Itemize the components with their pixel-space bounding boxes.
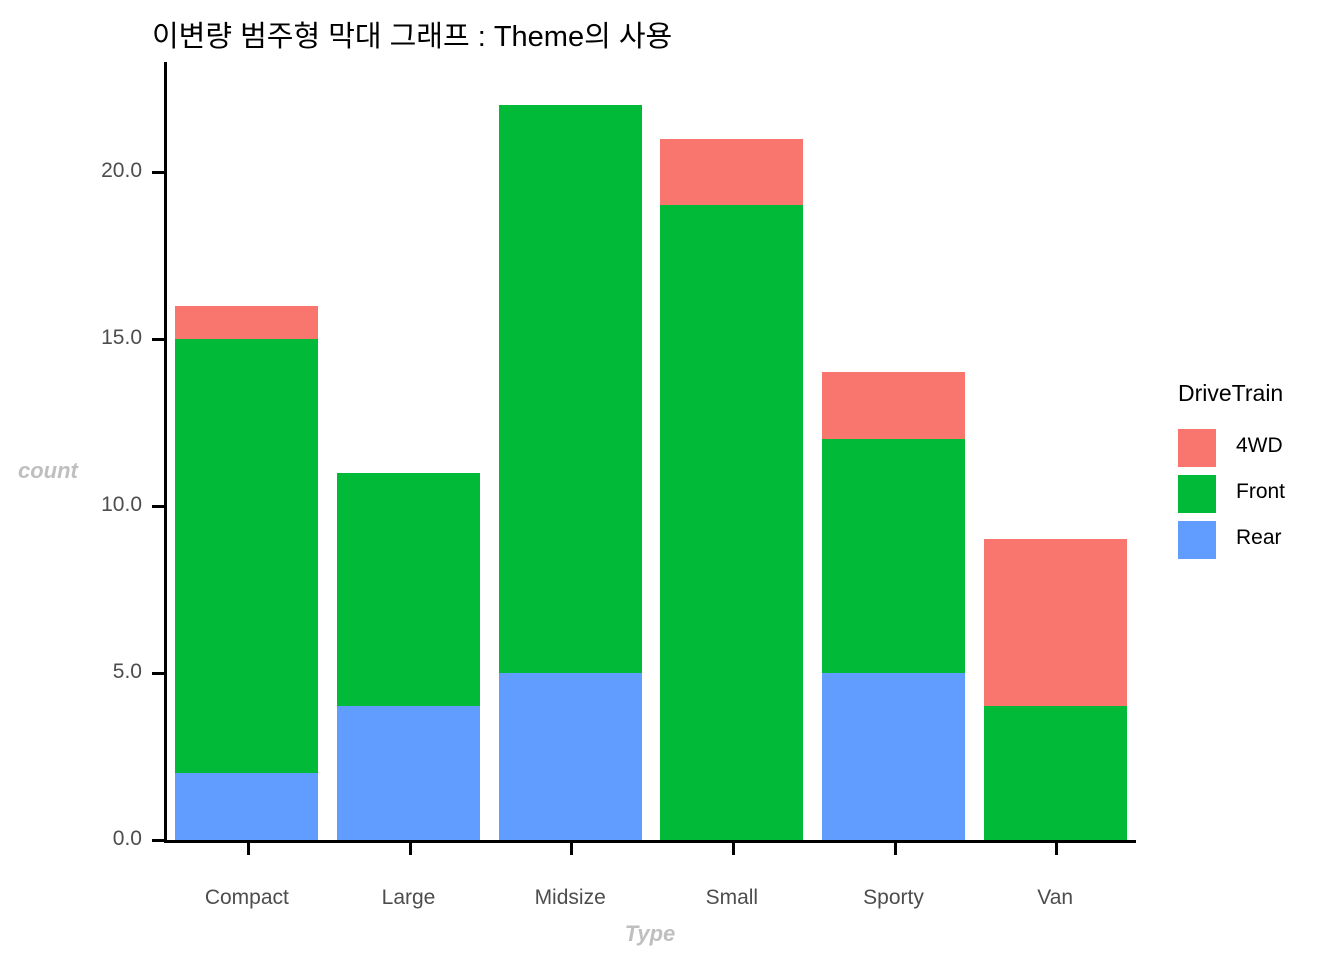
y-axis-tick	[152, 171, 164, 174]
x-axis-tick	[408, 843, 412, 855]
bar-segment[interactable]	[660, 205, 804, 840]
legend-key-swatch	[1178, 429, 1216, 467]
bar-segment[interactable]	[983, 706, 1127, 840]
x-axis-tick	[731, 843, 735, 855]
y-axis-tick	[152, 505, 164, 508]
x-axis-title: Type	[624, 921, 676, 946]
chart-title: 이변량 범주형 막대 그래프 : Theme의 사용	[152, 21, 673, 53]
bar-segment[interactable]	[498, 673, 642, 840]
bar-segment[interactable]	[498, 105, 642, 673]
legend-label: Front	[1236, 480, 1286, 503]
legend-title: DriveTrain	[1178, 380, 1284, 406]
x-axis-tick	[246, 843, 250, 855]
bar-segment[interactable]	[821, 439, 966, 673]
x-axis-tick	[570, 843, 574, 855]
x-axis-label-large: Large	[381, 886, 436, 909]
bar-column[interactable]	[498, 105, 642, 840]
y-axis-label: 10.0	[101, 493, 142, 516]
y-axis-title: count	[18, 458, 78, 483]
y-axis-line	[164, 62, 167, 843]
bar-segment[interactable]	[175, 773, 319, 840]
x-axis-line	[164, 840, 1136, 843]
plot-panel	[166, 62, 1136, 841]
y-axis-tick	[152, 338, 164, 341]
x-axis-label-van: Van	[1037, 886, 1074, 909]
legend-key-swatch	[1178, 521, 1216, 559]
x-axis-label-small: Small	[705, 886, 759, 909]
bar-segment[interactable]	[336, 706, 481, 840]
y-axis-tick	[152, 839, 164, 842]
bar-segment[interactable]	[175, 305, 319, 339]
chart-root: 이변량 범주형 막대 그래프 : Theme의 사용 0.0 5.0 10.0 15.…	[0, 0, 1344, 960]
x-axis-label-sporty: Sporty	[863, 886, 924, 909]
y-axis-label: 15.0	[101, 326, 142, 349]
x-axis-label-midsize: Midsize	[534, 886, 606, 909]
y-axis-tick	[152, 672, 164, 675]
bar-column[interactable]	[336, 472, 481, 840]
bar-segment[interactable]	[660, 138, 804, 206]
bar-segment[interactable]	[175, 339, 319, 774]
y-axis-label: 5.0	[112, 660, 142, 683]
x-axis-label-compact: Compact	[204, 886, 289, 909]
y-axis-label: 0.0	[112, 827, 142, 850]
bar-column[interactable]	[175, 305, 319, 840]
bar-segment[interactable]	[983, 539, 1127, 707]
bar-segment[interactable]	[821, 673, 966, 840]
bar-segment[interactable]	[821, 372, 966, 440]
x-axis-tick	[1055, 843, 1059, 855]
bar-column[interactable]	[821, 372, 966, 840]
legend-label: 4WD	[1236, 434, 1283, 457]
bar-column[interactable]	[660, 138, 804, 840]
x-axis-tick	[893, 843, 897, 855]
legend-key-swatch	[1178, 475, 1216, 513]
y-axis-label: 20.0	[101, 159, 142, 182]
bar-column[interactable]	[983, 539, 1127, 840]
bar-segment[interactable]	[336, 472, 481, 707]
legend-label: Rear	[1236, 526, 1282, 549]
